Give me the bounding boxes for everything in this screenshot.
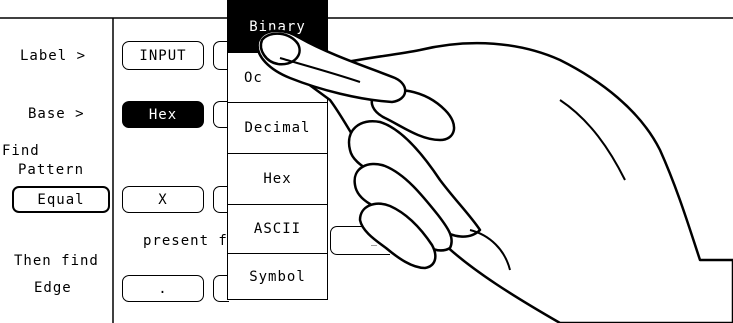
pattern-label: Pattern: [18, 162, 85, 178]
edge-label: Edge: [34, 280, 72, 296]
menu-item-decimal[interactable]: Decimal: [228, 102, 327, 153]
present-for-text: present f: [143, 233, 228, 249]
screen-frame: [0, 0, 733, 323]
label-value-field[interactable]: INPUT: [122, 41, 204, 70]
then-find-label: Then find: [14, 253, 99, 269]
menu-item-binary[interactable]: Binary: [228, 1, 327, 52]
menu-item-symbol[interactable]: Symbol: [228, 253, 327, 300]
menu-item-octal[interactable]: Oc: [228, 52, 327, 102]
base-popup-menu: Binary Oc Decimal Hex ASCII Symbol: [227, 0, 328, 300]
right-partial-field[interactable]: _: [330, 226, 390, 255]
label-softkey[interactable]: Label >: [20, 48, 86, 64]
base-value-field[interactable]: Hex: [122, 101, 204, 128]
right-partial-value: _: [371, 235, 379, 246]
find-mode-button[interactable]: Equal: [12, 186, 110, 213]
base-softkey[interactable]: Base >: [28, 106, 85, 122]
menu-item-ascii[interactable]: ASCII: [228, 204, 327, 253]
edge-value-field[interactable]: .: [122, 275, 204, 302]
pattern-value-field[interactable]: X: [122, 186, 204, 213]
menu-item-hex[interactable]: Hex: [228, 153, 327, 204]
find-label: Find: [2, 143, 40, 159]
